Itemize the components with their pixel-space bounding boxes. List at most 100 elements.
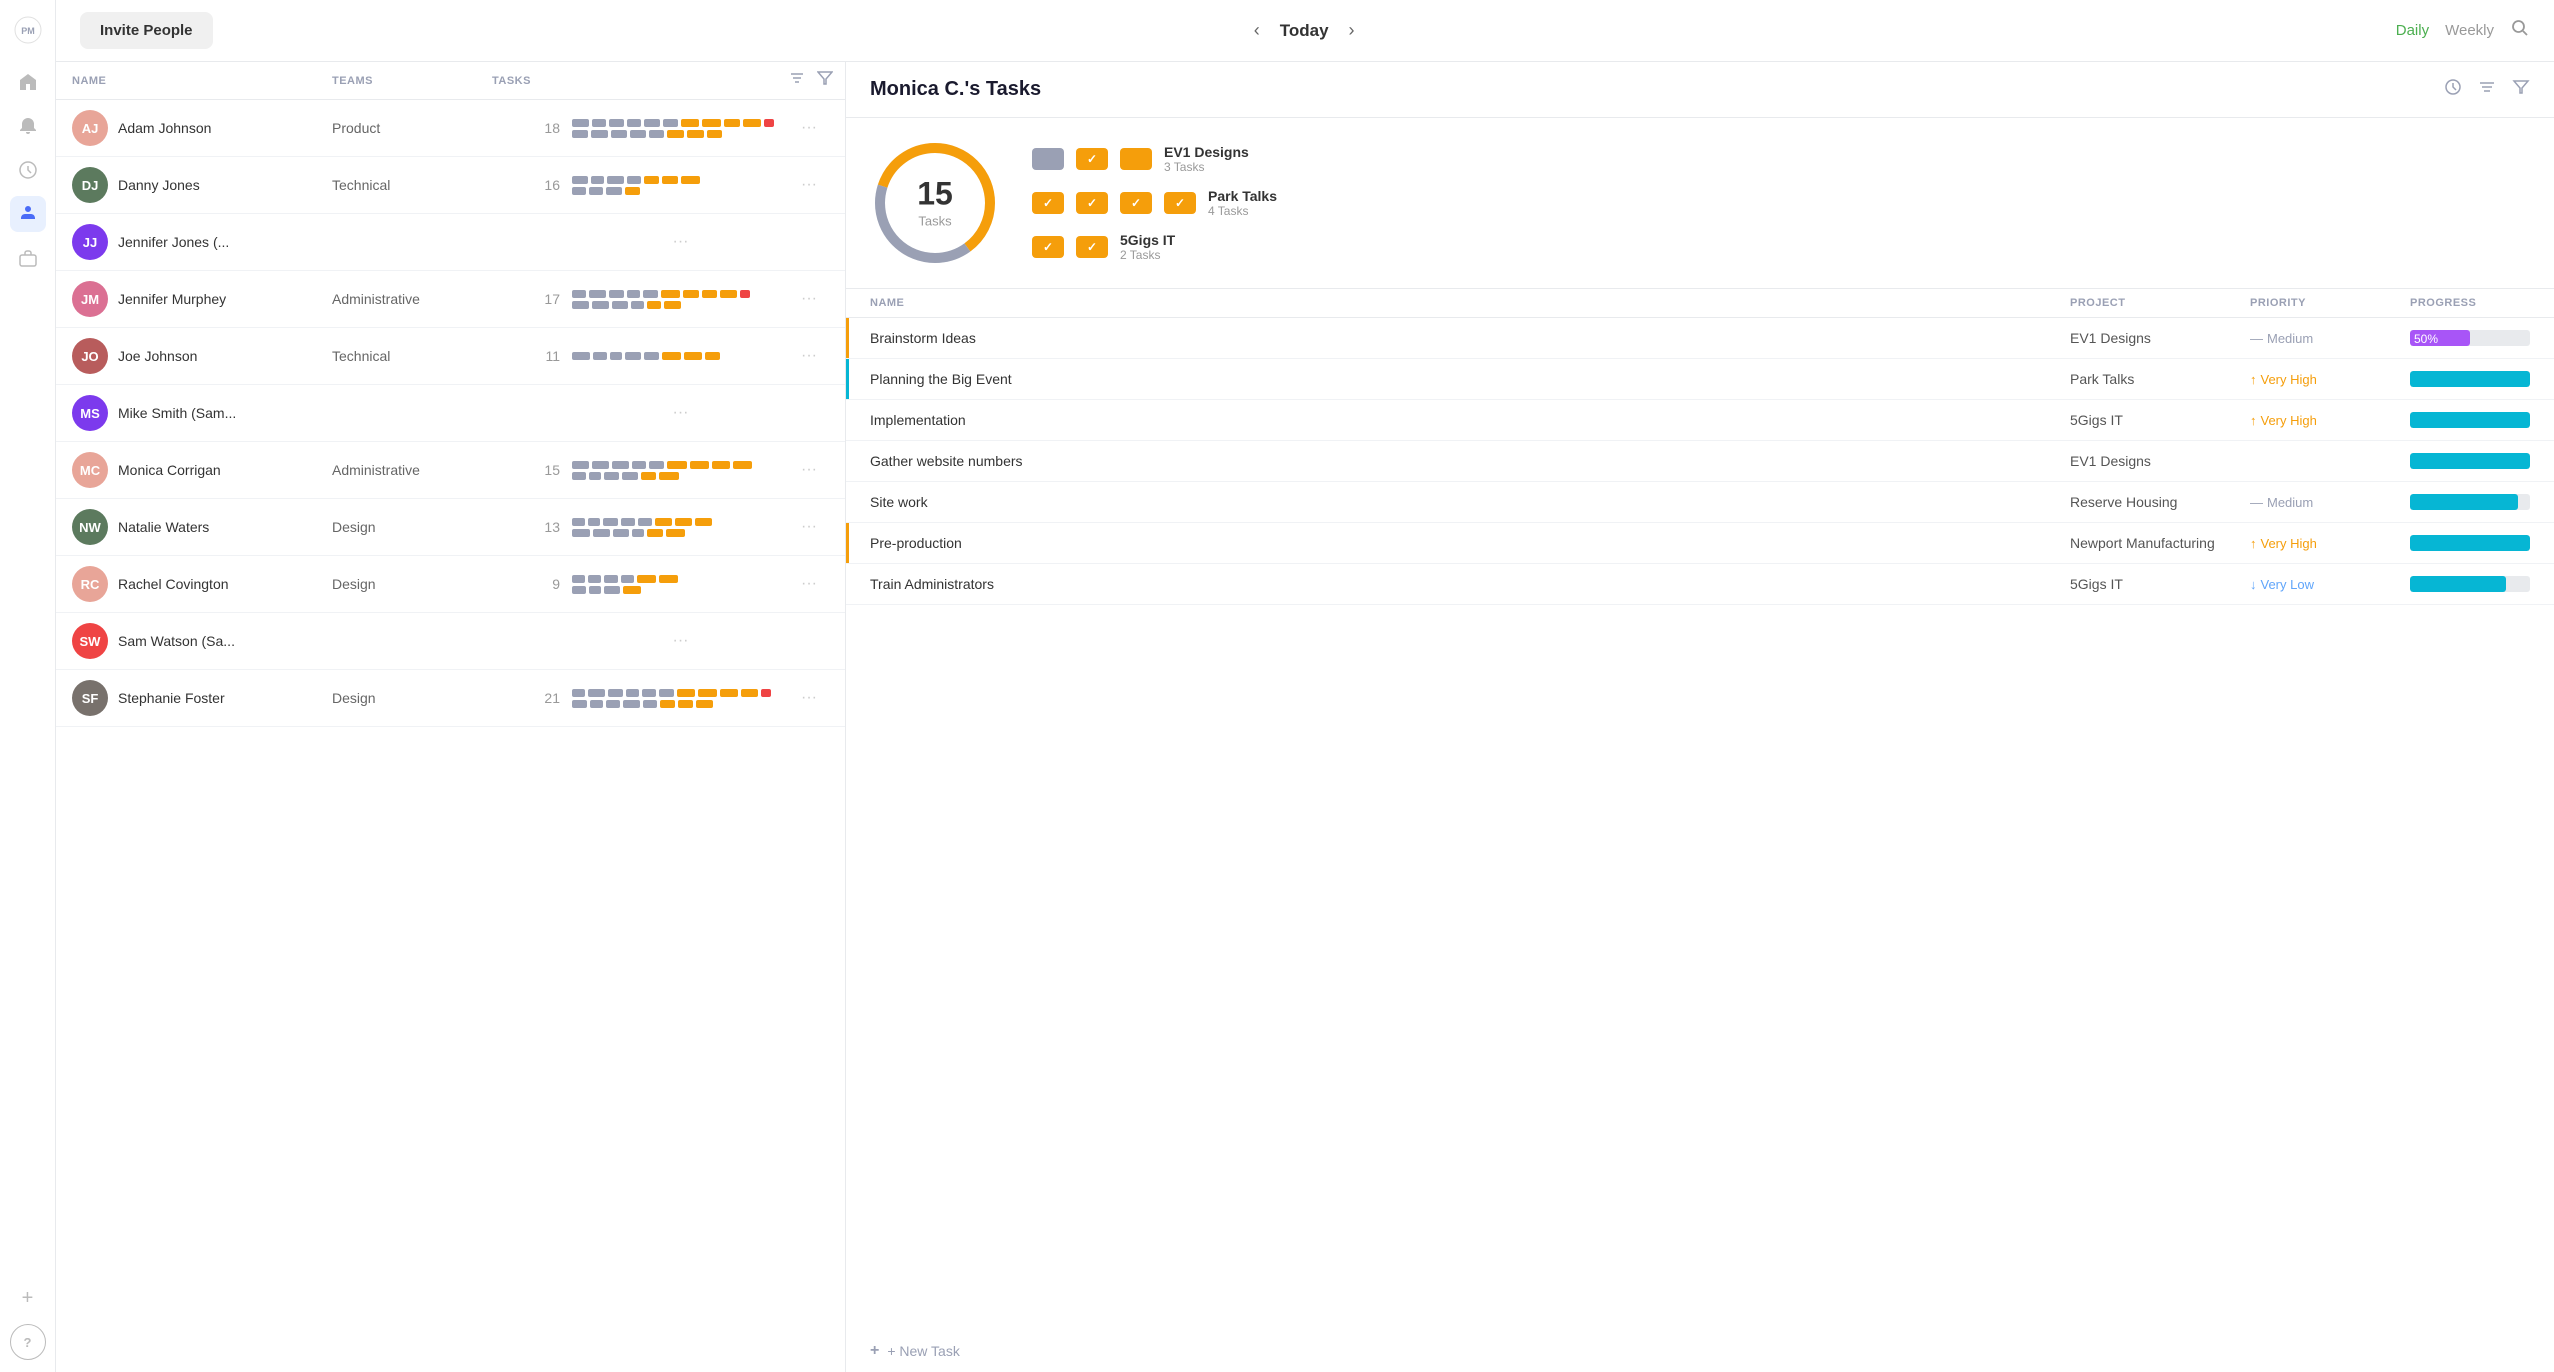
progress-fill — [2410, 494, 2518, 510]
bar-segment-gray — [609, 119, 624, 127]
filter-icon[interactable] — [817, 70, 833, 91]
project-chip-row: ✓✓ 5Gigs IT 2 Tasks — [1032, 232, 2530, 262]
more-options-button[interactable]: ··· — [789, 689, 829, 707]
next-button[interactable]: › — [1341, 16, 1363, 45]
bar-segment-red — [764, 119, 774, 127]
task-row[interactable]: Implementation 5Gigs IT ↑ Very High — [846, 400, 2554, 441]
bar-row — [572, 689, 789, 697]
person-info: MSMike Smith (Sam... — [72, 395, 332, 431]
funnel-filter-icon[interactable] — [2512, 78, 2530, 101]
bar-segment-orange — [666, 529, 686, 537]
bar-segment-gray — [572, 176, 588, 184]
people-icon[interactable] — [10, 196, 46, 232]
bar-segment-gray — [589, 187, 603, 195]
home-icon[interactable] — [10, 64, 46, 100]
person-row[interactable]: JMJennifer Murphey Administrative 17 ··· — [56, 271, 845, 328]
progress-bar — [2410, 453, 2530, 469]
person-row[interactable]: RCRachel Covington Design 9 ··· — [56, 556, 845, 613]
person-name: Rachel Covington — [118, 576, 229, 592]
progress-fill: 50% — [2410, 330, 2470, 346]
project-chips: ✓ EV1 Designs 3 Tasks ✓✓✓✓ Park Talks 4 … — [1032, 144, 2530, 262]
person-row[interactable]: JOJoe Johnson Technical 11 ··· — [56, 328, 845, 385]
person-info: JOJoe Johnson — [72, 338, 332, 374]
donut-center: 15 Tasks — [917, 176, 953, 231]
chip-orange — [1120, 148, 1152, 170]
more-options-button[interactable]: ··· — [572, 233, 789, 251]
bar-segment-gray — [630, 130, 645, 138]
person-row[interactable]: DJDanny Jones Technical 16 ··· — [56, 157, 845, 214]
person-row[interactable]: MCMonica Corrigan Administrative 15 ··· — [56, 442, 845, 499]
person-task-count: 21 — [492, 690, 572, 706]
settings-filter-icon[interactable] — [2478, 78, 2496, 101]
prev-button[interactable]: ‹ — [1246, 16, 1268, 45]
bar-segment-orange — [720, 290, 737, 298]
task-row[interactable]: Pre-production Newport Manufacturing ↑ V… — [846, 523, 2554, 564]
more-options-button[interactable]: ··· — [789, 461, 829, 479]
bar-segment-orange — [660, 700, 675, 708]
chip-check: ✓ — [1164, 192, 1196, 214]
task-priority-col-header: PRIORITY — [2250, 297, 2410, 309]
task-row[interactable]: Gather website numbers EV1 Designs — [846, 441, 2554, 482]
bar-segment-gray — [590, 700, 602, 708]
bar-segment-gray — [631, 301, 644, 309]
invite-people-button[interactable]: Invite People — [80, 12, 213, 49]
clock-icon[interactable] — [10, 152, 46, 188]
more-options-button[interactable]: ··· — [789, 575, 829, 593]
person-row[interactable]: AJAdam Johnson Product 18 ··· — [56, 100, 845, 157]
more-options-button[interactable]: ··· — [789, 176, 829, 194]
person-info: MCMonica Corrigan — [72, 452, 332, 488]
add-workspace-icon[interactable]: + — [10, 1280, 46, 1316]
person-row[interactable]: NWNatalie Waters Design 13 ··· — [56, 499, 845, 556]
task-row[interactable]: Site work Reserve Housing — Medium — [846, 482, 2554, 523]
bar-segment-orange — [707, 130, 722, 138]
task-row[interactable]: Brainstorm Ideas EV1 Designs — Medium 50… — [846, 318, 2554, 359]
more-options-button[interactable]: ··· — [789, 290, 829, 308]
filter-settings-icon[interactable] — [789, 70, 805, 91]
person-row[interactable]: JJJennifer Jones (... ··· — [56, 214, 845, 271]
task-row[interactable]: Train Administrators 5Gigs IT ↓ Very Low — [846, 564, 2554, 605]
bar-segment-orange — [677, 689, 695, 697]
bar-segment-gray — [604, 586, 620, 594]
bar-segment-gray — [588, 575, 601, 583]
notification-icon[interactable] — [10, 108, 46, 144]
task-name-col-header: NAME — [870, 297, 2070, 309]
right-panel-title: Monica C.'s Tasks — [870, 78, 1041, 101]
person-avatar: SF — [72, 680, 108, 716]
bar-segment-gray — [592, 301, 609, 309]
task-name: Pre-production — [870, 535, 2070, 551]
svg-text:PM: PM — [21, 26, 35, 36]
bar-segment-gray — [572, 700, 587, 708]
daily-view-button[interactable]: Daily — [2396, 22, 2429, 39]
bar-segment-gray — [642, 689, 656, 697]
project-info: EV1 Designs 3 Tasks — [1164, 144, 1249, 174]
task-bars — [572, 461, 789, 480]
briefcase-icon[interactable] — [10, 240, 46, 276]
right-panel-header: Monica C.'s Tasks — [846, 62, 2554, 118]
new-task-row[interactable]: + + New Task — [846, 1330, 2554, 1372]
app-logo[interactable]: PM — [10, 12, 46, 48]
more-options-button[interactable]: ··· — [572, 632, 789, 650]
more-options-button[interactable]: ··· — [789, 518, 829, 536]
more-options-button[interactable]: ··· — [789, 119, 829, 137]
task-row[interactable]: Planning the Big Event Park Talks ↑ Very… — [846, 359, 2554, 400]
person-team: Administrative — [332, 291, 492, 307]
chip-check: ✓ — [1076, 236, 1108, 258]
person-team: Design — [332, 519, 492, 535]
sidebar: PM + ? — [0, 0, 56, 1372]
clock-filter-icon[interactable] — [2444, 78, 2462, 101]
person-avatar: JO — [72, 338, 108, 374]
more-options-button[interactable]: ··· — [789, 347, 829, 365]
bar-segment-orange — [662, 352, 681, 360]
bar-segment-gray — [621, 575, 634, 583]
bar-segment-gray — [572, 575, 585, 583]
person-row[interactable]: SFStephanie Foster Design 21 ··· — [56, 670, 845, 727]
person-row[interactable]: SWSam Watson (Sa... ··· — [56, 613, 845, 670]
help-icon[interactable]: ? — [10, 1324, 46, 1360]
search-button[interactable] — [2510, 18, 2530, 44]
bar-segment-red — [761, 689, 771, 697]
person-row[interactable]: MSMike Smith (Sam... ··· — [56, 385, 845, 442]
bar-segment-gray — [643, 700, 658, 708]
weekly-view-button[interactable]: Weekly — [2445, 22, 2494, 39]
more-options-button[interactable]: ··· — [572, 404, 789, 422]
bar-segment-orange — [684, 352, 702, 360]
